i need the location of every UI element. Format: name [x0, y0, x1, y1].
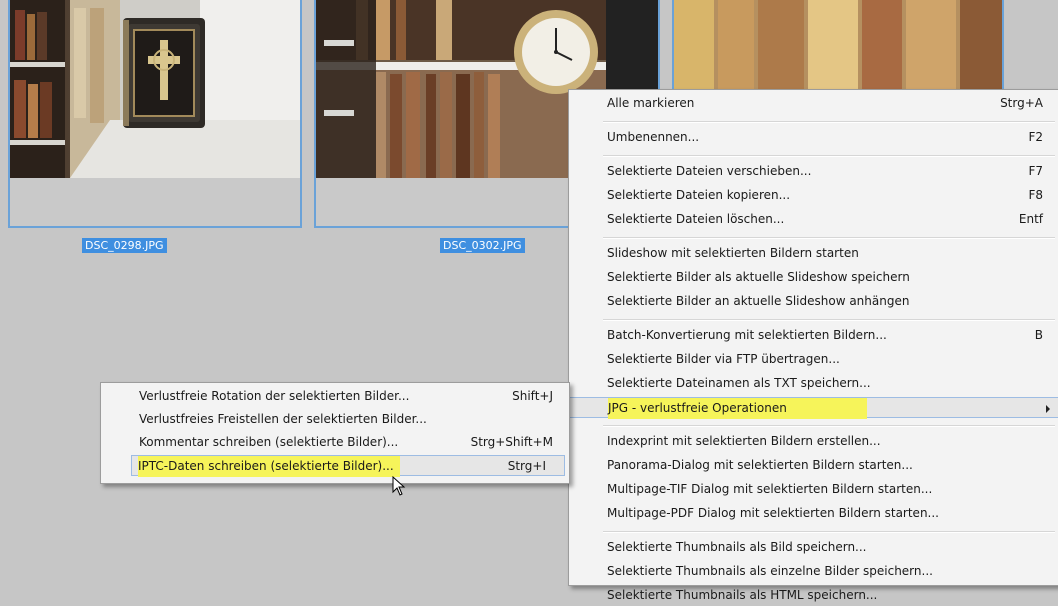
menu-item-label: Selektierte Bilder als aktuelle Slidesho…	[607, 270, 910, 284]
menu-item[interactable]: Selektierte Dateinamen als TXT speichern…	[569, 373, 1058, 394]
menu-item-label: Selektierte Dateien löschen...	[607, 212, 785, 226]
menu-item-shortcut: F7	[1028, 164, 1043, 178]
menu-item[interactable]: Batch-Konvertierung mit selektierten Bil…	[569, 325, 1058, 346]
menu-item-label: JPG - verlustfreie Operationen	[608, 398, 867, 419]
thumbnail-image	[10, 0, 300, 178]
thumbnail-1[interactable]	[8, 0, 302, 228]
mouse-cursor-icon	[392, 475, 406, 496]
submenu-item-label: Kommentar schreiben (selektierte Bilder)…	[139, 435, 399, 449]
menu-separator	[603, 155, 1055, 157]
submenu-item-label: Verlustfreie Rotation der selektierten B…	[139, 389, 410, 403]
menu-item-shortcut: F8	[1028, 188, 1043, 202]
thumbnail-filename-2[interactable]: DSC_0302.JPG	[440, 238, 525, 253]
menu-item-label: Multipage-PDF Dialog mit selektierten Bi…	[607, 506, 939, 520]
menu-item[interactable]: Indexprint mit selektierten Bildern erst…	[569, 431, 1058, 452]
menu-item-label: Indexprint mit selektierten Bildern erst…	[607, 434, 881, 448]
submenu-item[interactable]: IPTC-Daten schreiben (selektierte Bilder…	[131, 455, 565, 477]
menu-item-label: Selektierte Bilder via FTP übertragen...	[607, 352, 840, 366]
menu-item-label: Selektierte Thumbnails als HTML speicher…	[607, 588, 878, 602]
menu-item[interactable]: Selektierte Bilder an aktuelle Slideshow…	[569, 291, 1058, 312]
submenu-item-shortcut: Strg+I	[507, 459, 546, 473]
menu-item-label: Selektierte Dateien kopieren...	[607, 188, 791, 202]
menu-item[interactable]: Selektierte Thumbnails als einzelne Bild…	[569, 561, 1058, 582]
menu-item-shortcut: Strg+A	[1000, 96, 1043, 110]
menu-item[interactable]: Multipage-PDF Dialog mit selektierten Bi…	[569, 503, 1058, 524]
menu-separator	[603, 319, 1055, 321]
menu-item-label: Selektierte Bilder an aktuelle Slideshow…	[607, 294, 910, 308]
context-menu: Alle markieren Strg+A Umbenennen... F2 Selek…	[568, 89, 1058, 602]
menu-item[interactable]: Selektierte Dateien verschieben... F7	[569, 161, 1058, 182]
menu-item-shortcut: B	[1034, 328, 1043, 342]
submenu-arrow-icon	[1046, 405, 1050, 413]
menu-item[interactable]: Selektierte Dateien kopieren... F8	[569, 185, 1058, 206]
menu-separator	[603, 531, 1055, 533]
thumbnail-filename-1[interactable]: DSC_0298.JPG	[82, 238, 167, 253]
submenu-item[interactable]: Kommentar schreiben (selektierte Bilder)…	[101, 432, 569, 453]
menu-item[interactable]: Selektierte Bilder als aktuelle Slidesho…	[569, 267, 1058, 288]
menu-item[interactable]: Slideshow mit selektierten Bildern start…	[569, 243, 1058, 264]
menu-item-label: Selektierte Thumbnails als einzelne Bild…	[607, 564, 933, 578]
menu-item[interactable]: Selektierte Thumbnails als HTML speicher…	[569, 585, 1058, 606]
menu-item[interactable]: Umbenennen... F2	[569, 127, 1058, 148]
menu-item-label: Selektierte Thumbnails als Bild speicher…	[607, 540, 867, 554]
menu-item[interactable]: Selektierte Dateien löschen... Entf	[569, 209, 1058, 230]
menu-item[interactable]: JPG - verlustfreie Operationen	[569, 397, 1058, 419]
menu-separator	[603, 237, 1055, 239]
submenu-item-label: IPTC-Daten schreiben (selektierte Bilder…	[138, 456, 400, 477]
menu-item-label: Panorama-Dialog mit selektierten Bildern…	[607, 458, 913, 472]
menu-item[interactable]: Selektierte Bilder via FTP übertragen...	[569, 349, 1058, 370]
menu-item-label: Alle markieren	[607, 96, 695, 110]
menu-item-shortcut: F2	[1028, 130, 1043, 144]
menu-item-label: Slideshow mit selektierten Bildern start…	[607, 246, 859, 260]
menu-item-label: Multipage-TIF Dialog mit selektierten Bi…	[607, 482, 933, 496]
menu-item[interactable]: Multipage-TIF Dialog mit selektierten Bi…	[569, 479, 1058, 500]
menu-item-shortcut: Entf	[1018, 212, 1043, 226]
jpg-lossless-submenu: Verlustfreie Rotation der selektierten B…	[100, 382, 570, 484]
submenu-item[interactable]: Verlustfreie Rotation der selektierten B…	[101, 386, 569, 407]
menu-item[interactable]: Panorama-Dialog mit selektierten Bildern…	[569, 455, 1058, 476]
submenu-item[interactable]: Verlustfreies Freistellen der selektiert…	[101, 409, 569, 430]
menu-item-label: Selektierte Dateinamen als TXT speichern…	[607, 376, 871, 390]
menu-separator	[603, 425, 1055, 427]
menu-item[interactable]: Selektierte Thumbnails als Bild speicher…	[569, 537, 1058, 558]
submenu-item-shortcut: Shift+J	[512, 389, 553, 403]
menu-item-label: Umbenennen...	[607, 130, 700, 144]
menu-item[interactable]: Alle markieren Strg+A	[569, 93, 1058, 114]
menu-item-label: Batch-Konvertierung mit selektierten Bil…	[607, 328, 887, 342]
submenu-item-label: Verlustfreies Freistellen der selektiert…	[139, 412, 427, 426]
submenu-item-shortcut: Strg+Shift+M	[470, 435, 553, 449]
menu-separator	[603, 121, 1055, 123]
menu-item-label: Selektierte Dateien verschieben...	[607, 164, 812, 178]
